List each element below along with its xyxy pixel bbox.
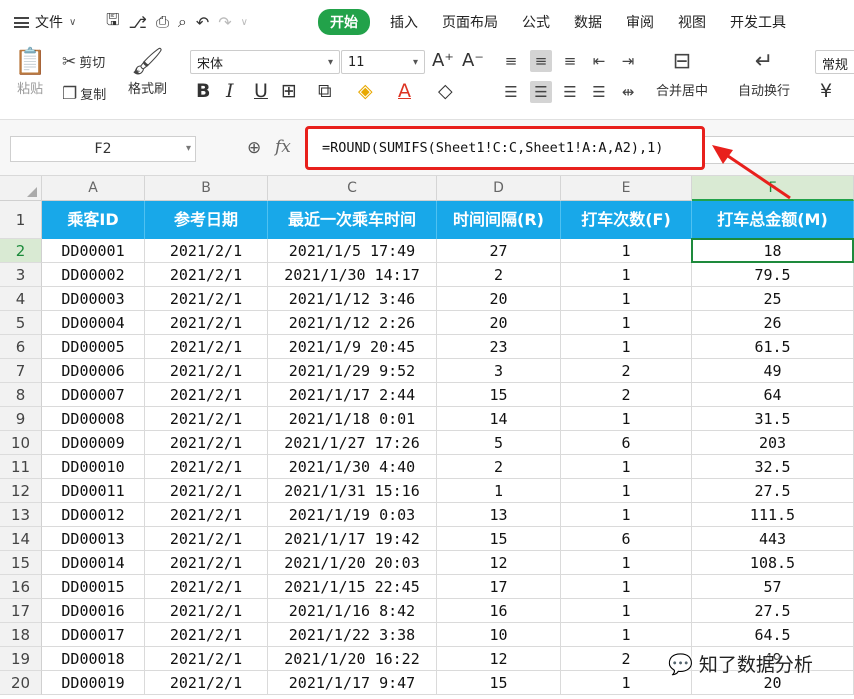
watermark-text: 知了数据分析 bbox=[698, 654, 813, 676]
annotation-arrow bbox=[712, 145, 791, 200]
arrow-head bbox=[712, 145, 733, 164]
wechat-icon: 💬 bbox=[668, 651, 693, 676]
watermark: 💬 知了数据分析 bbox=[668, 650, 813, 677]
arrow-line bbox=[721, 150, 791, 200]
spreadsheet-app: 文件 ∨ 🖫 ⎇ ⎙ ⌕ ↶ ↷ ∨ 开始 插入 页面布局 公式 数据 审阅 视图 开发工具 … bbox=[0, 0, 854, 699]
